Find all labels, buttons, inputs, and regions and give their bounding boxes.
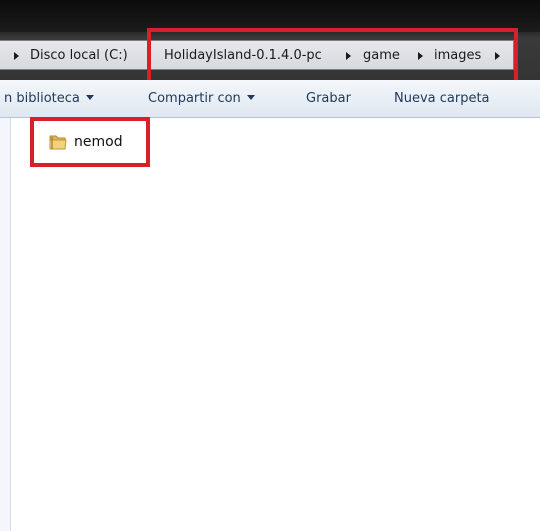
burn-button[interactable]: Grabar [306,90,351,108]
share-with-button[interactable]: Compartir con [148,90,255,108]
caret-down-icon [85,95,94,100]
explorer-window: Disco local (C:) HolidayIsland-0.1.4.0-p… [0,0,540,531]
file-highlight-box [30,117,150,167]
path-highlight-box [147,28,518,88]
chevron-right-icon[interactable] [14,52,19,60]
caret-down-icon [246,95,255,100]
new-folder-button[interactable]: Nueva carpeta [394,90,490,108]
include-library-button[interactable]: n biblioteca [4,90,94,108]
share-with-label: Compartir con [148,91,241,106]
include-library-label: n biblioteca [4,91,80,106]
navigation-pane[interactable] [0,118,11,531]
breadcrumb-item-local-disk[interactable]: Disco local (C:) [30,47,128,65]
